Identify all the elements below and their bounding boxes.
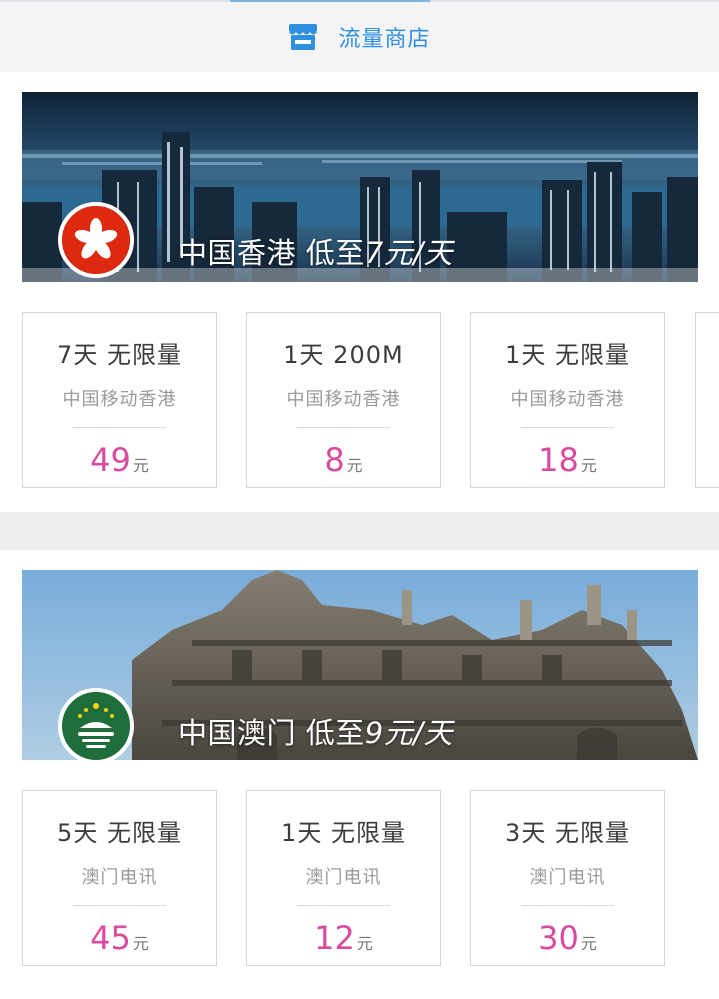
- product-name: 7天 无限量: [57, 341, 182, 369]
- product-price: 8元: [324, 441, 363, 479]
- product-carrier: 中国移动香港: [62, 389, 177, 410]
- hong-kong-banner[interactable]: 中国香港 低至7元/天: [22, 92, 698, 282]
- shop-icon: [289, 24, 318, 50]
- product-card[interactable]: 5天 无限量 澳门电讯 45 元: [22, 790, 217, 966]
- product-price: 49 元: [90, 441, 149, 479]
- product-card[interactable]: 3天 无限量 澳门电讯 30 元: [470, 790, 665, 966]
- product-price: 30 元: [538, 919, 597, 957]
- product-card[interactable]: 7天 无限量 中国移动香港 49 元: [22, 312, 217, 488]
- macau-banner[interactable]: 中国澳门 低至9元/天: [22, 570, 698, 760]
- next-product-card-peek[interactable]: [695, 312, 719, 488]
- product-name: 1天 无限量: [281, 819, 406, 847]
- product-card[interactable]: 1天 200M 中国移动香港 8元: [246, 312, 441, 488]
- product-name: 1天 无限量: [505, 341, 630, 369]
- page-header: 流量商店: [0, 2, 719, 72]
- card-divider: [521, 427, 614, 428]
- product-carrier: 澳门电讯: [81, 867, 158, 888]
- hong-kong-flag-icon: [58, 202, 134, 278]
- product-carrier: 中国移动香港: [510, 389, 625, 410]
- product-carrier: 中国移动香港: [286, 389, 401, 410]
- product-carrier: 澳门电讯: [529, 867, 606, 888]
- hong-kong-banner-title: 中国香港 低至7元/天: [178, 236, 453, 270]
- card-divider: [521, 905, 614, 906]
- product-card[interactable]: 1天 无限量 中国移动香港 18 元: [470, 312, 665, 488]
- macau-flag-icon: [58, 688, 134, 760]
- hong-kong-product-list: 7天 无限量 中国移动香港 49 元 1天 200M 中国移动香港 8元 1天 无…: [22, 312, 719, 488]
- product-name: 1天 200M: [283, 341, 404, 369]
- card-divider: [73, 905, 166, 906]
- macau-section: 中国澳门 低至9元/天 5天 无限量 澳门电讯 45 元 1天 无限量 澳门电讯 …: [0, 550, 719, 999]
- card-divider: [297, 905, 390, 906]
- product-price: 12 元: [314, 919, 373, 957]
- product-price: 18 元: [538, 441, 597, 479]
- hong-kong-section: 中国香港 低至7元/天 7天 无限量 中国移动香港 49 元 1天 200M 中国…: [0, 72, 719, 512]
- page-title: 流量商店: [338, 27, 431, 52]
- card-divider: [297, 427, 390, 428]
- card-divider: [73, 427, 166, 428]
- product-name: 5天 无限量: [57, 819, 182, 847]
- product-carrier: 澳门电讯: [305, 867, 382, 888]
- section-divider: [0, 512, 719, 550]
- product-price: 45 元: [90, 919, 149, 957]
- product-card[interactable]: 1天 无限量 澳门电讯 12 元: [246, 790, 441, 966]
- macau-product-list: 5天 无限量 澳门电讯 45 元 1天 无限量 澳门电讯 12 元 3天 无限量 澳…: [22, 790, 719, 966]
- product-name: 3天 无限量: [505, 819, 630, 847]
- macau-banner-title: 中国澳门 低至9元/天: [178, 716, 453, 750]
